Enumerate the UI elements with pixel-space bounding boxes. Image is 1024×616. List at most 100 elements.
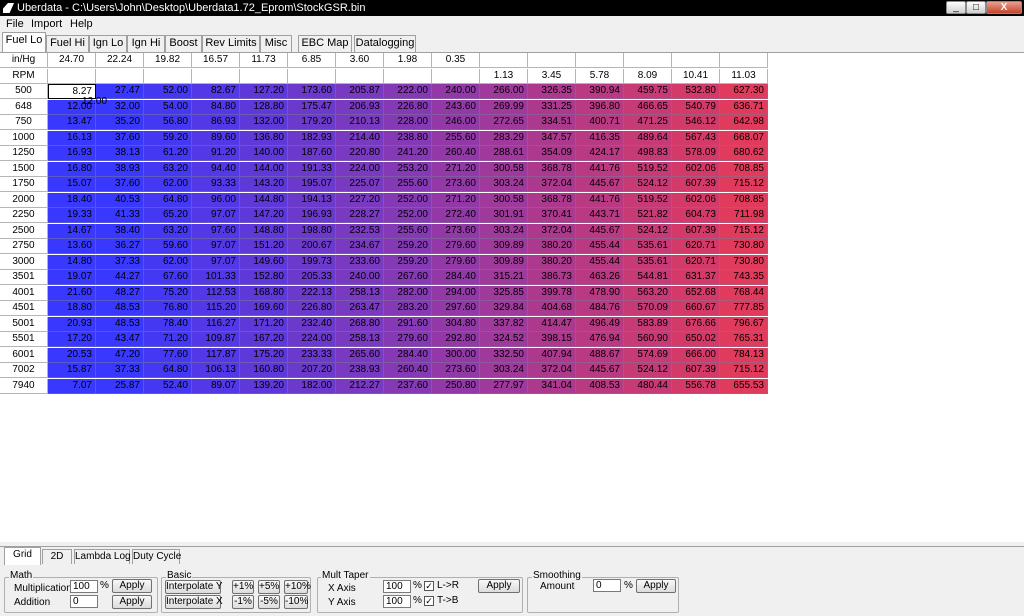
fuel-map-cell[interactable]: 332.50 — [480, 347, 528, 363]
tab-2d[interactable]: 2D — [42, 549, 72, 564]
boost-header-cell[interactable] — [432, 68, 480, 84]
fuel-map-cell[interactable]: 459.75 — [624, 84, 672, 99]
fuel-map-cell[interactable]: 642.98 — [720, 115, 768, 130]
fuel-map-cell[interactable]: 115.20 — [192, 301, 240, 316]
fuel-map-cell[interactable]: 144.00 — [240, 161, 288, 177]
fuel-map-cell[interactable]: 182.93 — [288, 130, 336, 146]
fuel-map-cell[interactable]: 303.24 — [480, 223, 528, 239]
close-button[interactable]: X — [986, 1, 1022, 14]
fuel-map-cell[interactable]: 602.06 — [672, 192, 720, 208]
boost-header-cell[interactable] — [48, 68, 96, 84]
fuel-map-cell[interactable]: 169.60 — [240, 301, 288, 316]
rpm-cell[interactable]: 7940 — [0, 378, 48, 394]
fuel-map-cell[interactable]: 91.20 — [192, 146, 240, 161]
fuel-map-cell[interactable]: 220.80 — [336, 146, 384, 161]
fuel-map-cell[interactable]: 489.64 — [624, 130, 672, 146]
fuel-map-cell[interactable]: 255.60 — [384, 177, 432, 192]
boost-header-cell[interactable]: 3.45 — [528, 68, 576, 84]
fuel-map-cell[interactable]: 337.82 — [480, 316, 528, 332]
tab-ebc-map[interactable]: EBC Map — [298, 35, 352, 52]
boost-header-cell[interactable]: 1.13 — [480, 68, 528, 84]
fuel-map-cell[interactable]: 386.73 — [528, 270, 576, 285]
fuel-map-cell[interactable]: 175.47 — [288, 99, 336, 115]
fuel-map-cell[interactable]: 160.80 — [240, 363, 288, 378]
fuel-map-cell[interactable]: 20.53 — [48, 347, 96, 363]
fuel-map-cell[interactable]: 620.71 — [672, 254, 720, 270]
fuel-map-cell[interactable]: 37.33 — [96, 363, 144, 378]
rpm-cell[interactable]: 2250 — [0, 208, 48, 223]
inhg-header-cell[interactable]: 3.60 — [336, 53, 384, 68]
plus-1-percent-button[interactable]: +1% — [232, 580, 254, 594]
rpm-cell[interactable]: 1250 — [0, 146, 48, 161]
addition-apply-button[interactable]: Apply — [112, 595, 152, 609]
fuel-map-cell[interactable]: 604.73 — [672, 208, 720, 223]
fuel-map-cell[interactable]: 331.25 — [528, 99, 576, 115]
fuel-map-cell[interactable]: 560.90 — [624, 332, 672, 347]
tab-grid[interactable]: Grid — [4, 547, 41, 565]
fuel-map-cell[interactable]: 583.89 — [624, 316, 672, 332]
fuel-map-cell[interactable]: 18.40 — [48, 192, 96, 208]
fuel-map-cell[interactable]: 309.89 — [480, 239, 528, 254]
inhg-header-cell[interactable] — [480, 53, 528, 68]
fuel-map-cell[interactable]: 304.80 — [432, 316, 480, 332]
inhg-header-cell[interactable] — [528, 53, 576, 68]
fuel-map-cell[interactable]: 132.00 — [240, 115, 288, 130]
fuel-map-cell[interactable]: 777.85 — [720, 301, 768, 316]
fuel-map-cell[interactable]: 368.78 — [528, 192, 576, 208]
fuel-map-cell[interactable]: 41.33 — [96, 208, 144, 223]
fuel-map-cell[interactable]: 94.40 — [192, 161, 240, 177]
fuel-map-cell[interactable]: 36.27 — [96, 239, 144, 254]
fuel-map-cell[interactable]: 272.65 — [480, 115, 528, 130]
plus-5-percent-button[interactable]: +5% — [258, 580, 280, 594]
fuel-map-cell[interactable]: 715.12 — [720, 177, 768, 192]
fuel-map-cell[interactable]: 455.44 — [576, 239, 624, 254]
fuel-map-cell[interactable]: 15.07 — [48, 177, 96, 192]
fuel-map-cell[interactable]: 252.00 — [384, 208, 432, 223]
fuel-map-cell[interactable]: 334.51 — [528, 115, 576, 130]
fuel-map-cell[interactable]: 636.71 — [720, 99, 768, 115]
fuel-map-cell[interactable]: 238.80 — [384, 130, 432, 146]
tab-datalogging[interactable]: Datalogging — [354, 35, 416, 52]
fuel-map-cell[interactable]: 61.20 — [144, 146, 192, 161]
fuel-map-cell[interactable]: 38.40 — [96, 223, 144, 239]
fuel-map-cell[interactable]: 524.12 — [624, 177, 672, 192]
fuel-map-cell[interactable]: 259.20 — [384, 239, 432, 254]
fuel-map-cell[interactable]: 708.85 — [720, 161, 768, 177]
fuel-map-cell[interactable]: 796.67 — [720, 316, 768, 332]
addition-input[interactable] — [70, 595, 98, 608]
fuel-map-cell[interactable]: 198.80 — [288, 223, 336, 239]
fuel-map-cell[interactable]: 668.07 — [720, 130, 768, 146]
fuel-map-cell[interactable]: 106.13 — [192, 363, 240, 378]
fuel-map-cell[interactable]: 524.12 — [624, 223, 672, 239]
fuel-map-cell[interactable]: 544.81 — [624, 270, 672, 285]
fuel-map-cell[interactable]: 48.53 — [96, 316, 144, 332]
fuel-map-cell[interactable]: 18.80 — [48, 301, 96, 316]
inhg-header-cell[interactable]: 1.98 — [384, 53, 432, 68]
fuel-map-cell[interactable]: 398.15 — [528, 332, 576, 347]
fuel-map-cell[interactable]: 228.27 — [336, 208, 384, 223]
rpm-cell[interactable]: 3000 — [0, 254, 48, 270]
fuel-map-cell[interactable]: 471.25 — [624, 115, 672, 130]
fuel-map-cell[interactable]: 784.13 — [720, 347, 768, 363]
fuel-map-cell[interactable]: 149.60 — [240, 254, 288, 270]
fuel-map-cell[interactable]: 309.89 — [480, 254, 528, 270]
fuel-map-cell[interactable]: 443.71 — [576, 208, 624, 223]
fuel-map-cell[interactable]: 152.80 — [240, 270, 288, 285]
fuel-map-cell[interactable]: 109.87 — [192, 332, 240, 347]
fuel-map-cell[interactable]: 71.20 — [144, 332, 192, 347]
menu-import[interactable]: Import — [31, 18, 62, 30]
tab-duty-cycle[interactable]: Duty Cycle — [132, 549, 181, 564]
fuel-map-cell[interactable]: 607.39 — [672, 223, 720, 239]
fuel-map-cell[interactable]: 408.53 — [576, 378, 624, 394]
fuel-map-cell[interactable]: 258.13 — [336, 285, 384, 301]
fuel-map-cell[interactable]: 97.07 — [192, 254, 240, 270]
fuel-map-cell[interactable]: 93.33 — [192, 177, 240, 192]
fuel-map-cell[interactable]: 226.80 — [288, 301, 336, 316]
y-axis-input[interactable] — [383, 595, 411, 608]
fuel-map-cell[interactable]: 524.12 — [624, 363, 672, 378]
fuel-map-cell[interactable]: 711.98 — [720, 208, 768, 223]
fuel-map-cell[interactable]: 708.85 — [720, 192, 768, 208]
fuel-map-cell[interactable]: 277.97 — [480, 378, 528, 394]
fuel-map-cell[interactable]: 441.76 — [576, 161, 624, 177]
fuel-map-cell[interactable]: 768.44 — [720, 285, 768, 301]
